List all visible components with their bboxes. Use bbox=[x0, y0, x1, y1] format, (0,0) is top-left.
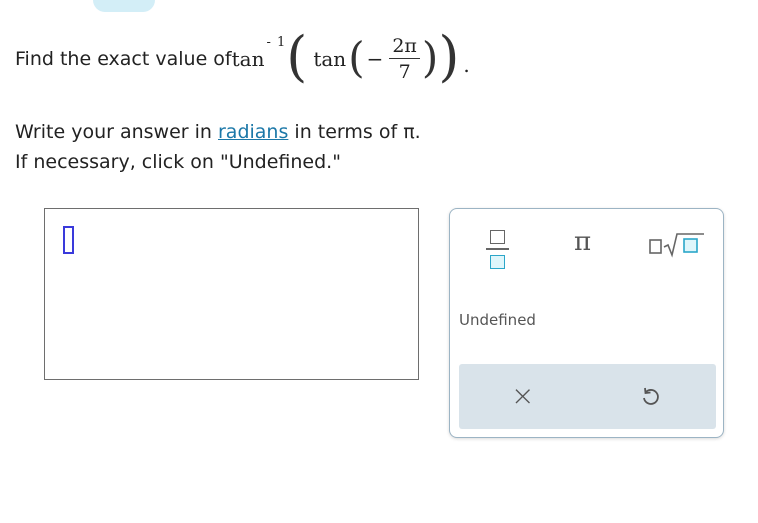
input-cursor bbox=[63, 226, 74, 254]
fraction-denominator: 7 bbox=[398, 61, 411, 83]
undo-button[interactable] bbox=[640, 386, 662, 408]
radians-link[interactable]: radians bbox=[218, 121, 288, 143]
undo-icon bbox=[643, 387, 659, 405]
inner-right-paren: ) bbox=[421, 33, 439, 82]
top-tab[interactable] bbox=[93, 0, 155, 12]
instruction-line-2: If necessary, click on "Undefined." bbox=[15, 151, 341, 173]
clear-icon: × bbox=[511, 379, 535, 412]
pi-icon: π bbox=[574, 227, 592, 257]
answer-input[interactable] bbox=[44, 208, 419, 380]
keypad-action-bar: × bbox=[459, 364, 716, 429]
question-prefix: Find the exact value of bbox=[15, 48, 232, 70]
question-text: Find the exact value of tan - 1 ( tan ( … bbox=[15, 24, 470, 94]
inverse-exponent: - 1 bbox=[266, 34, 287, 50]
instruction-text: Write your answer in bbox=[15, 121, 218, 143]
outer-function: tan bbox=[231, 47, 265, 71]
outer-right-paren: ) bbox=[438, 25, 460, 88]
inner-left-paren: ( bbox=[348, 33, 365, 82]
instruction-text: in terms of π. bbox=[288, 121, 421, 143]
minus-sign: − bbox=[366, 47, 384, 71]
fraction-button[interactable] bbox=[486, 228, 510, 269]
sqrt-button[interactable] bbox=[649, 231, 705, 259]
fraction: 2π 7 bbox=[389, 36, 420, 82]
clear-button[interactable]: × bbox=[511, 379, 534, 412]
question-period: . bbox=[463, 53, 470, 77]
outer-left-paren: ( bbox=[286, 25, 308, 88]
fraction-numerator: 2π bbox=[389, 36, 420, 59]
sqrt-icon bbox=[649, 233, 704, 258]
math-expression: tan - 1 ( tan ( − 2π 7 ) ) . bbox=[231, 25, 470, 88]
instructions: Write your answer in radians in terms of… bbox=[15, 117, 421, 177]
instruction-line-1: Write your answer in radians in terms of… bbox=[15, 117, 421, 147]
math-keypad: π Undefined × bbox=[449, 208, 724, 438]
undefined-button[interactable]: Undefined bbox=[459, 311, 536, 329]
pi-button[interactable]: π bbox=[574, 227, 591, 257]
inner-function: tan bbox=[313, 47, 347, 71]
